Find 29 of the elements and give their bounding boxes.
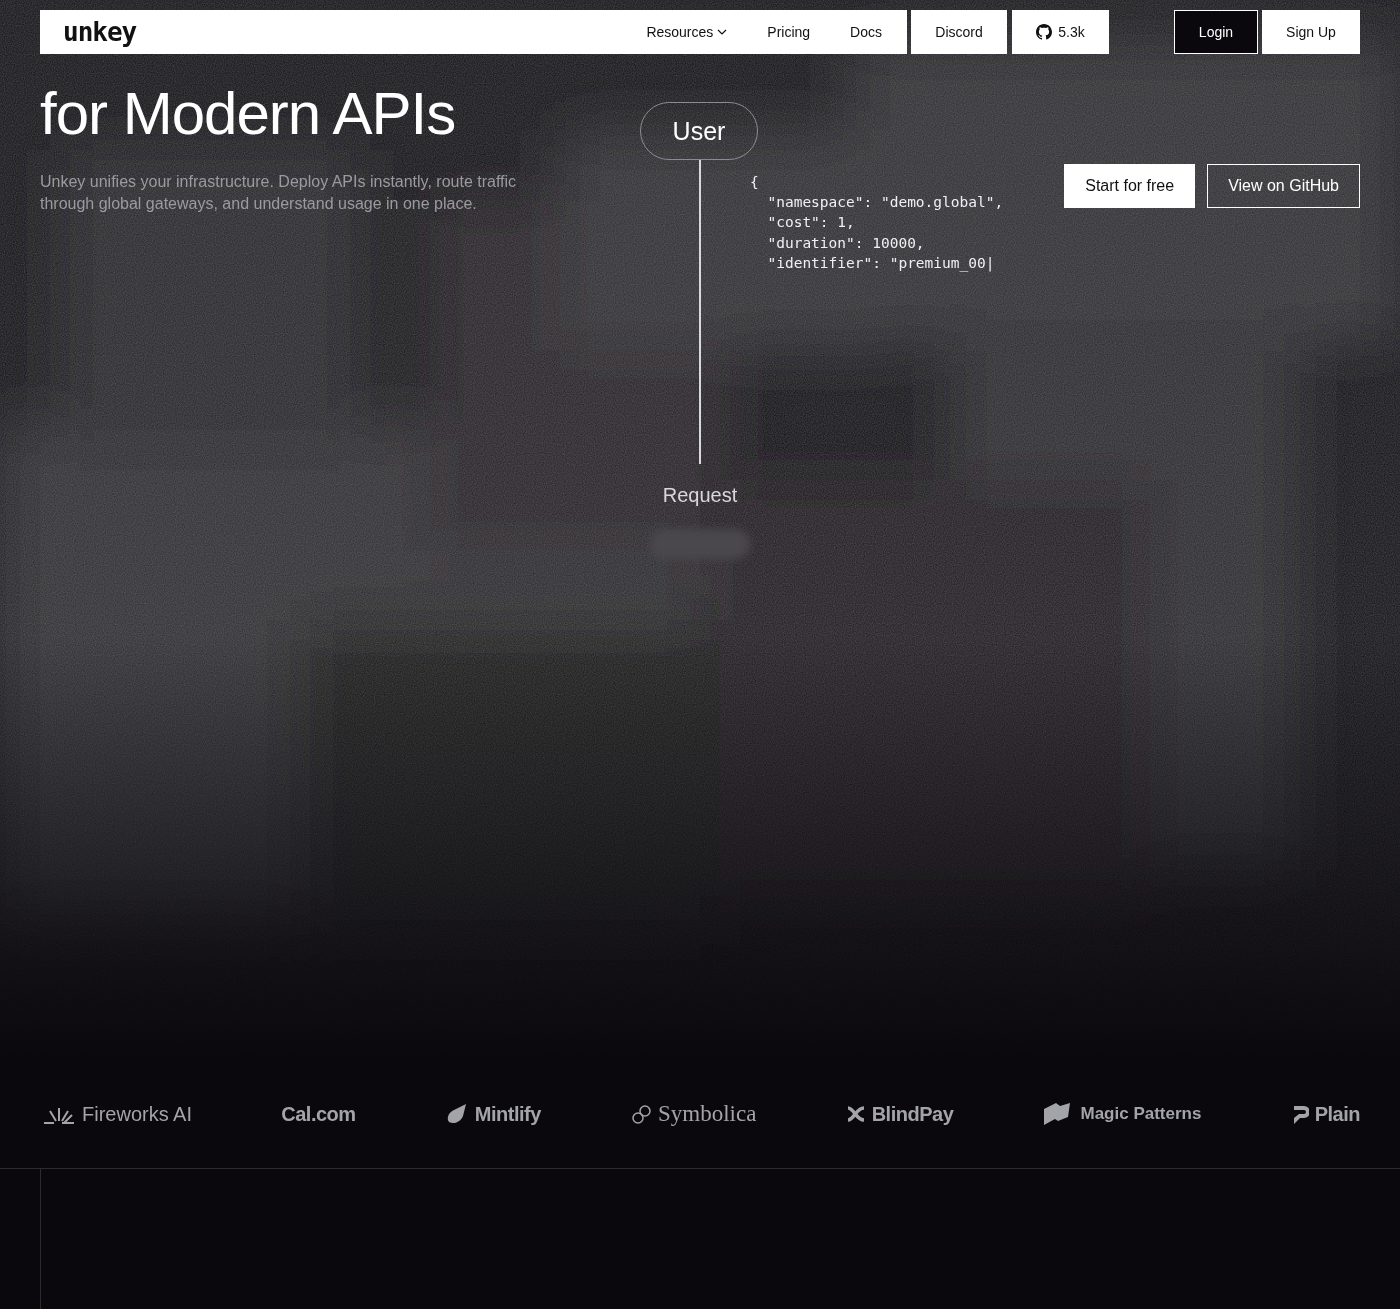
github-icon [1036,24,1053,40]
company-logo-text: Symbolica [658,1101,757,1127]
chevron-down-icon [717,29,728,35]
code-snippet: { "namespace": "demo.global", "cost": 1, "duration": 10000, "identifier": "premium_00| [750,173,1004,274]
nav-link[interactable]: Docs [850,24,882,40]
login-button[interactable]: Login [1174,10,1258,54]
company-logo-text: Cal.com [281,1102,356,1126]
signup-button[interactable]: Sign Up [1262,10,1360,54]
cross-arrows-icon [845,1106,866,1122]
company-logo-text: Mintlify [474,1102,541,1126]
company-logo-text: Magic Patterns [1080,1104,1202,1124]
github-link[interactable]: 5.3k [1012,10,1109,54]
company-logo-text: BlindPay [871,1102,954,1126]
nav-link[interactable]: Resources [646,24,728,40]
company-logo-text: Plain [1314,1102,1360,1126]
logo[interactable]: unkey [63,17,137,47]
hero-heading: for Modern APIs [40,79,457,149]
hook-icon [1293,1106,1309,1124]
start-button[interactable]: Start for free [1064,164,1196,208]
hero-subtitle: Unkey unifies your infrastructure. Deploy APIs instantly, route traffic through global gateways, and understand usage in one place. [40,172,518,214]
nav-link[interactable]: Discord [911,10,1007,54]
company-logo-text: Fireworks AI [82,1102,193,1126]
nav-link[interactable]: Pricing [767,24,811,40]
github-button[interactable]: View on GitHub [1207,164,1360,208]
leaf-icon [447,1104,466,1124]
knot-icon [632,1105,651,1124]
request-label: Request [661,484,739,507]
fan-icon [43,1107,75,1124]
flag-icon [1044,1103,1071,1125]
